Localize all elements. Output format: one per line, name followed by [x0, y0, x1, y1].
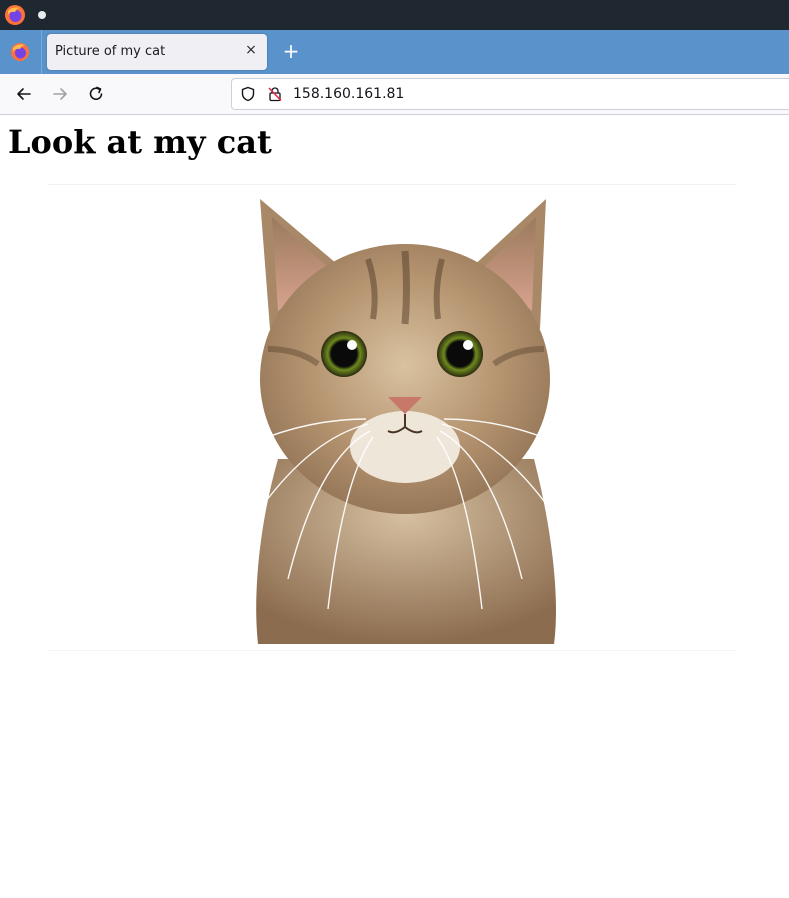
tab-separator	[41, 30, 42, 74]
forward-button-icon[interactable]	[50, 84, 70, 104]
window-titlebar	[0, 0, 789, 30]
divider	[48, 184, 736, 185]
insecure-lock-icon[interactable]	[267, 86, 283, 102]
page-heading: Look at my cat	[8, 123, 272, 161]
url-text[interactable]: 158.160.161.81	[293, 86, 404, 102]
tab-close-button[interactable]: ×	[243, 42, 259, 58]
url-bar[interactable]: 158.160.161.81	[231, 78, 789, 110]
tracking-shield-icon[interactable]	[240, 86, 256, 102]
back-button-icon[interactable]	[14, 84, 34, 104]
reload-button-icon[interactable]	[86, 84, 106, 104]
firefox-view-icon[interactable]	[10, 42, 30, 62]
tab-strip: Picture of my cat × +	[0, 30, 789, 74]
new-tab-button[interactable]: +	[281, 41, 301, 61]
firefox-logo-icon	[5, 5, 25, 25]
cat-image	[249, 199, 561, 644]
tab-title: Picture of my cat	[55, 44, 166, 59]
page-content: Look at my cat	[0, 115, 789, 898]
tab-active[interactable]: Picture of my cat ×	[47, 34, 267, 70]
status-dot-icon	[38, 11, 46, 19]
divider	[48, 650, 736, 651]
navigation-toolbar: 158.160.161.81	[0, 74, 789, 115]
